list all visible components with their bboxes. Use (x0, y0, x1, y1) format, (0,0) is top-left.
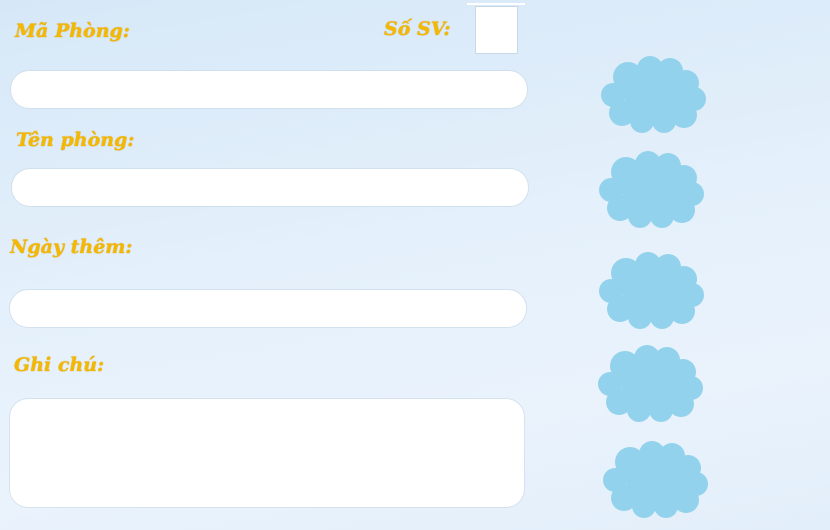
student-count-field[interactable] (475, 6, 518, 54)
student-count-box-top (467, 3, 525, 5)
room-name-label: Tên phòng: (16, 129, 135, 151)
cloud-button-4[interactable] (595, 344, 707, 424)
cloud-icon (599, 151, 704, 228)
cloud-icon (603, 441, 708, 518)
note-label: Ghi chú: (14, 354, 105, 376)
cloud-button-1[interactable] (598, 55, 710, 135)
student-count-label: Số SV: (384, 18, 451, 40)
date-added-label: Ngày thêm: (10, 236, 133, 258)
note-textarea[interactable] (10, 399, 524, 507)
room-name-input[interactable] (12, 169, 528, 206)
room-id-input[interactable] (11, 71, 527, 108)
cloud-icon (601, 56, 706, 133)
cloud-button-5[interactable] (600, 440, 712, 520)
cloud-icon (599, 252, 704, 329)
cloud-button-3[interactable] (596, 251, 708, 331)
cloud-icon (598, 345, 703, 422)
cloud-button-2[interactable] (596, 150, 708, 230)
room-id-label: Mã Phòng: (15, 20, 130, 42)
date-added-input[interactable] (10, 290, 526, 327)
